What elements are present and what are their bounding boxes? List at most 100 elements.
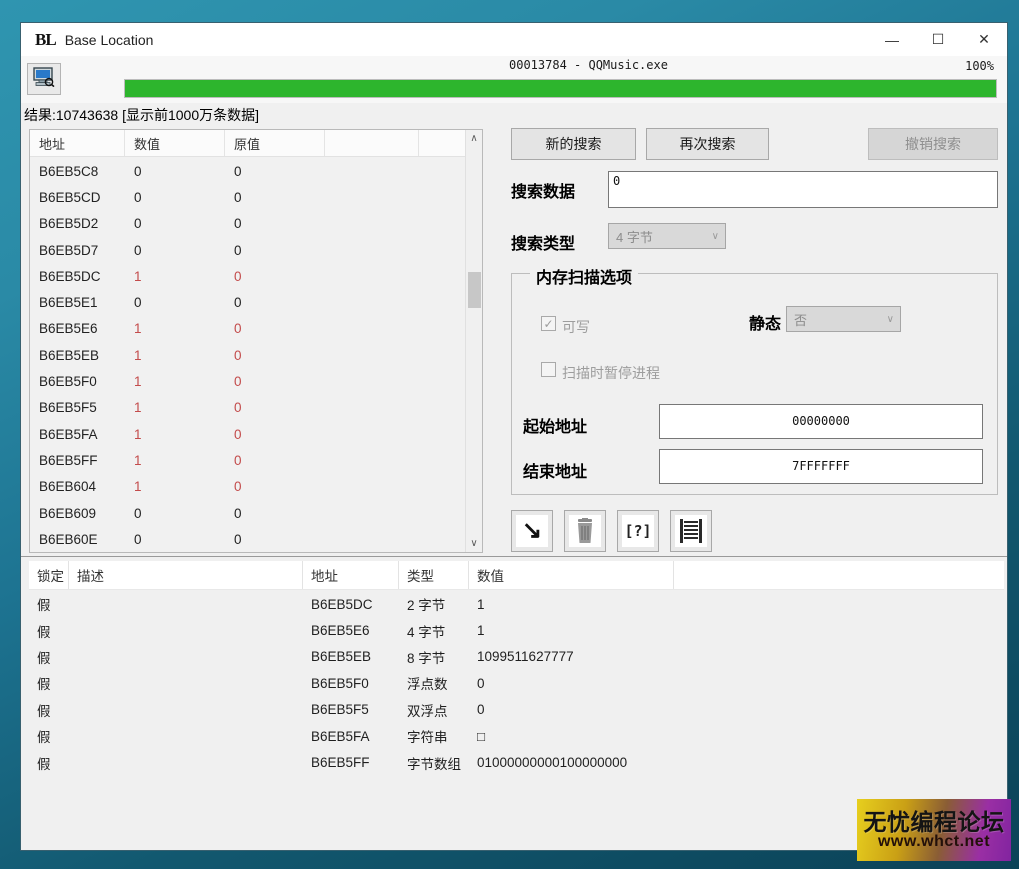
scroll-up-icon[interactable]: ∧ bbox=[466, 130, 482, 147]
address-cell: B6EB5EB bbox=[30, 348, 125, 363]
results-count: 结果:10743638 [显示前1000万条数据] bbox=[24, 105, 259, 125]
address-cell: B6EB60E bbox=[30, 532, 125, 547]
address-cell: B6EB5EB bbox=[303, 649, 399, 664]
column-header-previous[interactable]: 原值 bbox=[225, 130, 325, 156]
address-list-row[interactable]: 假B6EB5E64 字节1 bbox=[29, 617, 1004, 643]
new-search-button[interactable]: 新的搜索 bbox=[511, 128, 636, 160]
check-icon: ✓ bbox=[543, 317, 553, 331]
column-header-address[interactable]: 地址 bbox=[30, 130, 125, 156]
locked-cell: 假 bbox=[29, 726, 69, 746]
scan-result-row[interactable]: B6EB5CD00 bbox=[30, 184, 465, 210]
scan-result-row[interactable]: B6EB5C800 bbox=[30, 158, 465, 184]
previous-value-cell: 0 bbox=[225, 269, 325, 284]
value-cell: 1 bbox=[125, 348, 225, 363]
column-header-address[interactable]: 地址 bbox=[303, 561, 399, 589]
address-cell: B6EB5DC bbox=[30, 269, 125, 284]
locked-cell: 假 bbox=[29, 621, 69, 641]
search-data-input[interactable]: 0 bbox=[608, 171, 998, 208]
app-window: BL Base Location — ☐ ✕ 00013784 - QQMusi… bbox=[20, 22, 1008, 851]
search-again-button[interactable]: 再次搜索 bbox=[646, 128, 769, 160]
watermark-url: www.whct.net bbox=[878, 834, 990, 850]
scan-result-row[interactable]: B6EB5E100 bbox=[30, 289, 465, 315]
scan-result-row[interactable]: B6EB5E610 bbox=[30, 316, 465, 342]
previous-value-cell: 0 bbox=[225, 506, 325, 521]
end-address-input[interactable]: 7FFFFFFF bbox=[659, 449, 983, 484]
help-button[interactable]: [?] bbox=[617, 510, 659, 552]
address-list-row[interactable]: 假B6EB5EB8 字节1099511627777 bbox=[29, 644, 1004, 670]
column-header-value[interactable]: 数值 bbox=[125, 130, 225, 156]
scan-result-row[interactable]: B6EB60410 bbox=[30, 474, 465, 500]
writable-checkbox: ✓ bbox=[541, 316, 556, 331]
column-header-type[interactable]: 类型 bbox=[399, 561, 469, 589]
value-cell: 0 bbox=[125, 506, 225, 521]
address-list-row[interactable]: 假B6EB5F5双浮点0 bbox=[29, 697, 1004, 723]
address-cell: B6EB5CD bbox=[30, 190, 125, 205]
address-cell: B6EB5FA bbox=[303, 729, 399, 744]
scan-table-header: 地址 数值 原值 bbox=[30, 130, 482, 157]
pause-process-label: 扫描时暂停进程 bbox=[562, 363, 660, 383]
delete-button bbox=[564, 510, 606, 552]
watermark-title: 无忧编程论坛 bbox=[864, 810, 1005, 834]
value-cell: □ bbox=[469, 729, 674, 744]
scan-result-row[interactable]: B6EB5D200 bbox=[30, 211, 465, 237]
minimize-button[interactable]: — bbox=[869, 23, 915, 56]
address-cell: B6EB5F0 bbox=[303, 676, 399, 691]
progress-bar-fill bbox=[125, 80, 996, 97]
type-cell: 双浮点 bbox=[399, 700, 469, 720]
scan-result-row[interactable]: B6EB60E00 bbox=[30, 526, 465, 552]
value-cell: 0 bbox=[125, 243, 225, 258]
chevron-down-icon: ∨ bbox=[712, 231, 719, 242]
scan-result-row[interactable]: B6EB5F510 bbox=[30, 395, 465, 421]
scan-result-row[interactable]: B6EB5EB10 bbox=[30, 342, 465, 368]
value-cell: 1 bbox=[125, 321, 225, 336]
address-cell: B6EB5C8 bbox=[30, 164, 125, 179]
scrollbar-thumb[interactable] bbox=[468, 272, 481, 308]
scan-result-row[interactable]: B6EB5FA10 bbox=[30, 421, 465, 447]
locked-cell: 假 bbox=[29, 700, 69, 720]
column-header-locked[interactable]: 锁定 bbox=[29, 561, 69, 589]
address-list-row[interactable]: 假B6EB5DC2 字节1 bbox=[29, 591, 1004, 617]
address-list-row[interactable]: 假B6EB5FA字符串□ bbox=[29, 723, 1004, 749]
column-header-description[interactable]: 描述 bbox=[69, 561, 303, 589]
address-list-row[interactable]: 假B6EB5FF字节数组01000000000100000000 bbox=[29, 749, 1004, 775]
address-cell: B6EB5E1 bbox=[30, 295, 125, 310]
address-list-header: 锁定 描述 地址 类型 数值 bbox=[29, 561, 1004, 590]
add-to-list-button[interactable]: ↘ bbox=[511, 510, 553, 552]
address-cell: B6EB5DC bbox=[303, 597, 399, 612]
close-button[interactable]: ✕ bbox=[961, 23, 1007, 56]
scan-result-row[interactable]: B6EB5FF10 bbox=[30, 447, 465, 473]
scan-results-table: 地址 数值 原值 B6EB5C800B6EB5CD00B6EB5D200B6EB… bbox=[29, 129, 483, 553]
previous-value-cell: 0 bbox=[225, 190, 325, 205]
locked-cell: 假 bbox=[29, 594, 69, 614]
value-cell: 0 bbox=[125, 190, 225, 205]
start-address-input[interactable]: 00000000 bbox=[659, 404, 983, 439]
value-cell: 1 bbox=[125, 427, 225, 442]
progress-percent: 100% bbox=[965, 59, 994, 73]
address-cell: B6EB609 bbox=[30, 506, 125, 521]
memory-view-button[interactable] bbox=[670, 510, 712, 552]
address-cell: B6EB5FF bbox=[30, 453, 125, 468]
list-icon bbox=[675, 515, 707, 547]
scan-result-row[interactable]: B6EB5F010 bbox=[30, 368, 465, 394]
scan-result-row[interactable]: B6EB60900 bbox=[30, 500, 465, 526]
maximize-button[interactable]: ☐ bbox=[915, 23, 961, 56]
value-cell: 0 bbox=[125, 295, 225, 310]
select-process-button[interactable] bbox=[27, 63, 61, 95]
undo-search-button: 撤销搜索 bbox=[868, 128, 998, 160]
previous-value-cell: 0 bbox=[225, 400, 325, 415]
address-list-row[interactable]: 假B6EB5F0浮点数0 bbox=[29, 670, 1004, 696]
window-title: Base Location bbox=[65, 32, 154, 48]
scroll-down-icon[interactable]: ∨ bbox=[466, 535, 482, 552]
scan-result-row[interactable]: B6EB5D700 bbox=[30, 237, 465, 263]
address-cell: B6EB5FA bbox=[30, 427, 125, 442]
column-header-value[interactable]: 数值 bbox=[469, 561, 674, 589]
type-cell: 2 字节 bbox=[399, 594, 469, 614]
start-address-label: 起始地址 bbox=[523, 413, 587, 437]
scan-table-scrollbar[interactable]: ∧ ∨ bbox=[465, 130, 482, 552]
value-cell: 1099511627777 bbox=[469, 649, 674, 664]
search-data-label: 搜索数据 bbox=[511, 178, 575, 202]
previous-value-cell: 0 bbox=[225, 295, 325, 310]
scan-result-row[interactable]: B6EB5DC10 bbox=[30, 263, 465, 289]
static-value: 否 bbox=[794, 310, 807, 329]
title-bar[interactable]: BL Base Location — ☐ ✕ bbox=[21, 23, 1007, 56]
